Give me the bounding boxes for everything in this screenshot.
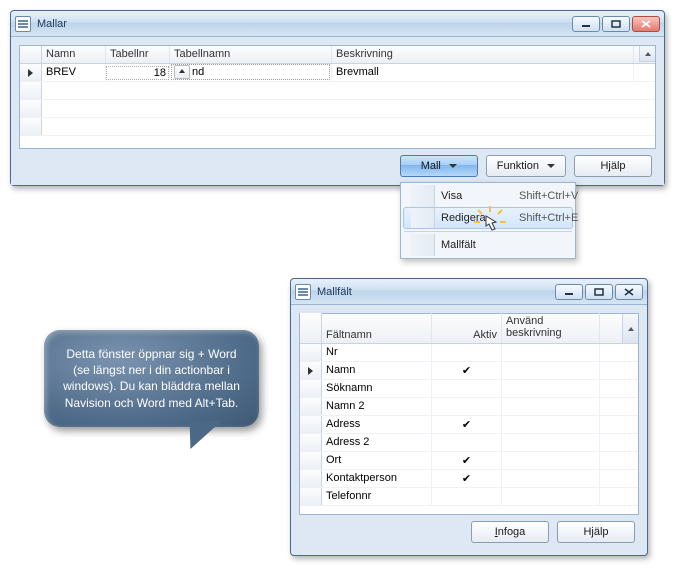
grid-mallar[interactable]: Namn Tabellnr Tabellnamn Beskrivning BRE…	[19, 45, 656, 149]
scroll-up-button[interactable]	[639, 46, 655, 62]
window-title: Mallar	[37, 18, 67, 30]
callout-bubble: Detta fönster öppnar sig + Word (se läng…	[44, 330, 259, 427]
titlebar-mallfalt[interactable]: Mallfält	[291, 279, 647, 305]
table-row[interactable]: Ort✔	[300, 452, 638, 470]
cell-faltnamn[interactable]: Kontaktperson	[322, 470, 432, 487]
window-title: Mallfält	[317, 286, 352, 298]
cell-tabellnamn[interactable]: nd	[170, 64, 332, 81]
row-indicator[interactable]	[300, 344, 322, 361]
hjalp-button[interactable]: Hjälp	[557, 521, 635, 543]
cell-anvand-beskrivning[interactable]	[502, 470, 600, 487]
callout-text: Detta fönster öppnar sig + Word (se läng…	[63, 347, 240, 410]
row-indicator[interactable]	[20, 118, 42, 135]
table-row[interactable]: Adress✔	[300, 416, 638, 434]
cell-faltnamn[interactable]: Söknamn	[322, 380, 432, 397]
row-indicator[interactable]	[20, 82, 42, 99]
table-row[interactable]: BREV 18 nd Brevmall	[20, 64, 655, 82]
window-mallar: Mallar Namn Tabellnr Tabellnamn Beskrivn…	[10, 10, 665, 186]
maximize-button[interactable]	[585, 284, 613, 300]
cell-anvand-beskrivning[interactable]	[502, 434, 600, 451]
close-button[interactable]	[632, 16, 660, 32]
row-indicator[interactable]	[300, 416, 322, 433]
cell-faltnamn[interactable]: Nr	[322, 344, 432, 361]
mall-button[interactable]: Mall	[400, 155, 478, 177]
menu-gutter	[411, 185, 435, 207]
row-indicator[interactable]	[300, 452, 322, 469]
cell-aktiv[interactable]: ✔	[432, 452, 502, 469]
col-namn[interactable]: Namn	[42, 46, 106, 63]
close-button[interactable]	[615, 284, 643, 300]
row-indicator[interactable]	[300, 470, 322, 487]
infoga-button[interactable]: Infoga	[471, 521, 549, 543]
rowheader-corner[interactable]	[300, 313, 322, 343]
col-tabellnr[interactable]: Tabellnr	[106, 46, 170, 63]
tabellnamn-suffix: nd	[192, 66, 204, 78]
form-icon	[15, 16, 31, 32]
table-row[interactable]: Namn✔	[300, 362, 638, 380]
tabellnr-value[interactable]: 18	[106, 66, 169, 80]
cell-anvand-beskrivning[interactable]	[502, 488, 600, 505]
cell-faltnamn[interactable]: Namn	[322, 362, 432, 379]
cell-aktiv[interactable]	[432, 398, 502, 415]
row-indicator[interactable]	[300, 488, 322, 505]
cell-anvand-beskrivning[interactable]	[502, 344, 600, 361]
table-row[interactable]: Nr	[300, 344, 638, 362]
minimize-button[interactable]	[572, 16, 600, 32]
menu-gutter	[411, 234, 435, 256]
grid-mallfalt[interactable]: Fältnamn Aktiv Använd beskrivning NrNamn…	[299, 313, 639, 515]
menu-gutter	[411, 208, 435, 228]
cell-aktiv[interactable]: ✔	[432, 362, 502, 379]
cursor-click-icon	[472, 204, 508, 243]
cell-namn[interactable]: BREV	[42, 64, 106, 81]
table-row[interactable]: Söknamn	[300, 380, 638, 398]
cell-anvand-beskrivning[interactable]	[502, 416, 600, 433]
cell-aktiv[interactable]	[432, 380, 502, 397]
cell-aktiv[interactable]	[432, 344, 502, 361]
cell-aktiv[interactable]	[432, 434, 502, 451]
maximize-button[interactable]	[602, 16, 630, 32]
cell-anvand-beskrivning[interactable]	[502, 362, 600, 379]
cell-tabellnr[interactable]: 18	[106, 64, 170, 81]
hjalp-button[interactable]: Hjälp	[574, 155, 652, 177]
table-row[interactable]: Telefonnr	[300, 488, 638, 506]
titlebar-mallar[interactable]: Mallar	[11, 11, 664, 37]
cell-aktiv[interactable]: ✔	[432, 470, 502, 487]
minimize-button[interactable]	[555, 284, 583, 300]
scroll-up-button[interactable]	[622, 314, 638, 344]
col-faltnamn[interactable]: Fältnamn	[322, 313, 432, 343]
chevron-down-icon	[449, 164, 457, 168]
chevron-down-icon	[547, 164, 555, 168]
funktion-button[interactable]: Funktion	[486, 155, 566, 177]
cell-faltnamn[interactable]: Adress 2	[322, 434, 432, 451]
row-indicator[interactable]	[300, 362, 322, 379]
row-indicator[interactable]	[20, 100, 42, 117]
row-indicator[interactable]	[300, 380, 322, 397]
lookup-up-icon[interactable]	[174, 65, 190, 79]
cell-aktiv[interactable]	[432, 488, 502, 505]
cell-faltnamn[interactable]: Telefonnr	[322, 488, 432, 505]
cell-aktiv[interactable]: ✔	[432, 416, 502, 433]
table-row[interactable]: Adress 2	[300, 434, 638, 452]
table-row[interactable]: Namn 2	[300, 398, 638, 416]
col-aktiv[interactable]: Aktiv	[432, 313, 502, 343]
row-indicator[interactable]	[300, 398, 322, 415]
col-tabellnamn[interactable]: Tabellnamn	[170, 46, 332, 63]
col-anvand-beskrivning[interactable]: Använd beskrivning	[502, 313, 600, 343]
window-mallfalt: Mallfält Fältnamn Aktiv Använd beskrivni…	[290, 278, 648, 556]
cell-faltnamn[interactable]: Ort	[322, 452, 432, 469]
col-beskrivning[interactable]: Beskrivning	[332, 46, 634, 63]
cell-beskrivning[interactable]: Brevmall	[332, 64, 634, 81]
cell-faltnamn[interactable]: Adress	[322, 416, 432, 433]
row-indicator[interactable]	[20, 64, 42, 81]
form-icon	[295, 284, 311, 300]
cell-anvand-beskrivning[interactable]	[502, 452, 600, 469]
rowheader-corner[interactable]	[20, 46, 42, 63]
row-indicator[interactable]	[300, 434, 322, 451]
table-row[interactable]: Kontaktperson✔	[300, 470, 638, 488]
cell-anvand-beskrivning[interactable]	[502, 398, 600, 415]
cell-faltnamn[interactable]: Namn 2	[322, 398, 432, 415]
cell-anvand-beskrivning[interactable]	[502, 380, 600, 397]
